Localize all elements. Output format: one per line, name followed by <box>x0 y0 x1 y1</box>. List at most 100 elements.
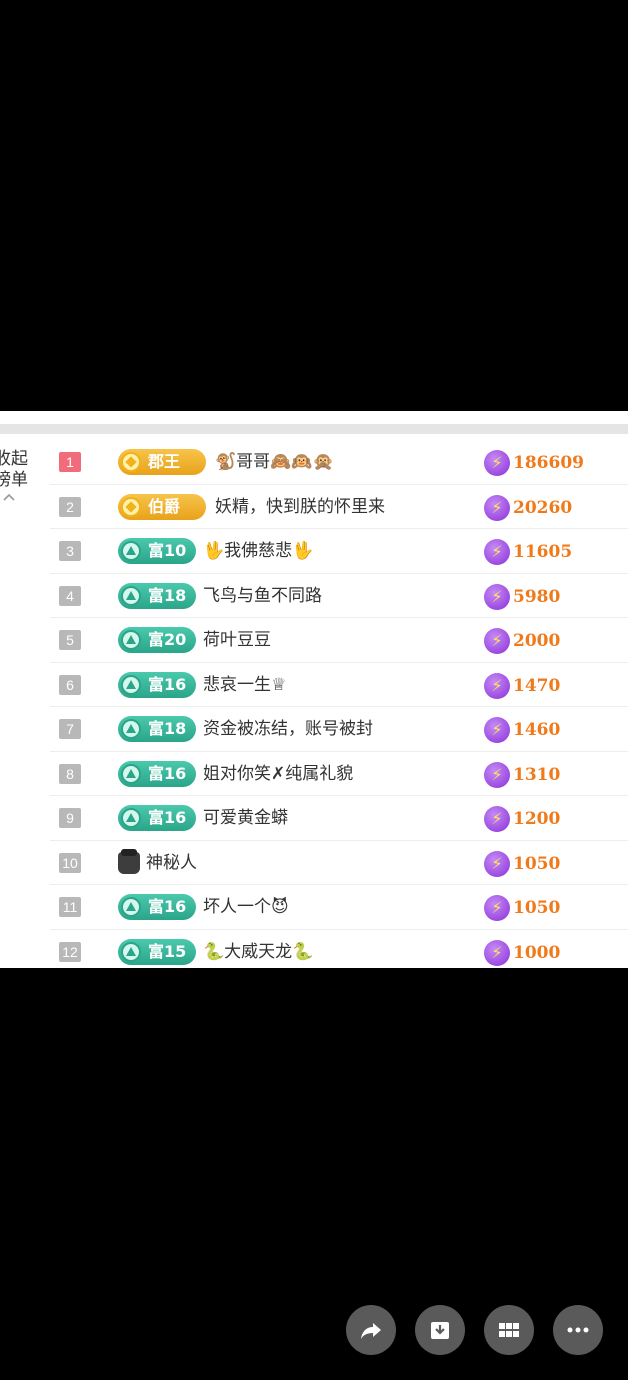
triangle-gem-icon <box>121 719 141 739</box>
level-badge: 富18 <box>118 716 196 742</box>
triangle-gem-icon <box>121 585 141 606</box>
level-badge: 富16 <box>118 894 196 920</box>
user-name: 妖精，快到朕的怀里来 <box>215 496 385 517</box>
rank-number: 4 <box>59 585 81 606</box>
download-button[interactable] <box>415 1305 465 1355</box>
rank-number: 8 <box>59 763 81 784</box>
level-badge-label: 富10 <box>148 541 187 560</box>
collapse-label-line1: 收起 <box>0 449 28 469</box>
score-value: 2000 <box>513 631 561 651</box>
triangle-gem-icon <box>121 763 141 784</box>
user-name: 荷叶豆豆 <box>203 630 271 650</box>
panel-top-divider <box>0 424 628 434</box>
more-icon <box>567 1327 589 1333</box>
score-value: 1460 <box>513 720 561 740</box>
level-badge: 富10 <box>118 538 196 564</box>
rank-number: 6 <box>59 674 81 695</box>
lightning-bolt-icon: ⚡ <box>484 450 510 476</box>
lightning-bolt-icon: ⚡ <box>484 850 510 877</box>
table-row[interactable]: 3 富10 🖖我佛慈悲🖖 ⚡ 11605 <box>50 529 628 574</box>
triangle-gem-icon <box>121 541 141 561</box>
level-badge-label: 富15 <box>148 941 187 961</box>
triangle-gem-icon <box>121 674 141 695</box>
lightning-bolt-icon: ⚡ <box>484 806 510 832</box>
share-button[interactable] <box>346 1305 396 1355</box>
triangle-gem-icon <box>121 630 141 650</box>
rank-number: 12 <box>59 941 81 962</box>
table-row[interactable]: 8 富16 姐对你笑✗纯属礼貌 ⚡ 1310 <box>50 752 628 796</box>
table-row[interactable]: 6 富16 悲哀一生♕ ⚡ 1470 <box>50 663 628 707</box>
user-name: 坏人一个😈 <box>203 897 289 917</box>
level-badge: 郡王 <box>118 449 206 475</box>
level-badge-label: 富16 <box>148 674 187 694</box>
mystery-user-icon <box>118 848 140 874</box>
lightning-bolt-icon: ⚡ <box>484 628 510 654</box>
download-icon <box>431 1322 449 1339</box>
triangle-gem-icon <box>121 941 141 962</box>
leaderboard-list: 1 郡王 🐒哥哥🙈🙉🙊 ⚡ 186609 2 伯爵 妖精，快到朕的怀里来 ⚡ 20260 3 富10 🖖… <box>50 440 628 968</box>
score-value: 1310 <box>513 764 561 785</box>
user-name: 🖖我佛慈悲🖖 <box>203 541 314 561</box>
user-name: 🐍大威天龙🐍 <box>203 941 314 962</box>
level-badge: 富15 <box>118 938 196 965</box>
rank-number: 11 <box>59 897 81 917</box>
score-value: 5980 <box>513 586 561 607</box>
level-badge-label: 富18 <box>148 585 187 605</box>
rank-number: 9 <box>59 808 81 828</box>
user-name: 可爱黄金蟒 <box>203 808 288 828</box>
rank-number: 1 <box>59 452 81 472</box>
level-badge-label: 富20 <box>148 630 187 649</box>
table-row[interactable]: 4 富18 飞鸟与鱼不同路 ⚡ 5980 <box>50 574 628 618</box>
table-row[interactable]: 11 富16 坏人一个😈 ⚡ 1050 <box>50 885 628 930</box>
score-value: 1470 <box>513 675 561 696</box>
floating-actions <box>346 1305 606 1355</box>
level-badge-label: 富16 <box>148 897 187 916</box>
user-name: 神秘人 <box>146 852 197 873</box>
table-row[interactable]: 5 富20 荷叶豆豆 ⚡ 2000 <box>50 618 628 663</box>
lightning-bolt-icon: ⚡ <box>484 939 510 966</box>
user-name: 资金被冻结，账号被封 <box>203 719 373 739</box>
table-row[interactable]: 10 神秘人 ⚡ 1050 <box>50 841 628 885</box>
lightning-bolt-icon: ⚡ <box>484 761 510 788</box>
table-row[interactable]: 1 郡王 🐒哥哥🙈🙉🙊 ⚡ 186609 <box>50 440 628 485</box>
more-button[interactable] <box>553 1305 603 1355</box>
score-value: 11605 <box>513 542 573 562</box>
lightning-bolt-icon: ⚡ <box>484 539 510 565</box>
user-name: 悲哀一生♕ <box>203 674 287 695</box>
score-value: 1200 <box>513 809 561 829</box>
lightning-bolt-icon: ⚡ <box>484 583 510 610</box>
grid-button[interactable] <box>484 1305 534 1355</box>
level-badge: 伯爵 <box>118 493 206 520</box>
collapse-label-line2: 榜单 <box>0 470 28 490</box>
level-badge: 富16 <box>118 671 196 698</box>
score-value: 186609 <box>513 453 584 473</box>
diamond-icon <box>121 496 141 517</box>
table-row[interactable]: 2 伯爵 妖精，快到朕的怀里来 ⚡ 20260 <box>50 485 628 529</box>
user-name: 飞鸟与鱼不同路 <box>203 585 322 606</box>
level-badge-label: 富16 <box>148 763 187 783</box>
user-name: 🐒哥哥🙈🙉🙊 <box>215 452 334 472</box>
level-badge: 富20 <box>118 627 196 653</box>
triangle-gem-icon <box>121 808 141 828</box>
lightning-bolt-icon: ⚡ <box>484 494 510 521</box>
chevron-up-icon <box>3 493 15 501</box>
collapse-leaderboard-toggle[interactable]: 收起 榜单 <box>0 449 44 503</box>
leaderboard-panel: 收起 榜单 1 郡王 🐒哥哥🙈🙉🙊 ⚡ 186609 2 伯爵 妖精，快到朕的怀里来 ⚡ 2026… <box>0 411 628 968</box>
share-icon <box>361 1323 381 1339</box>
table-row[interactable]: 7 富18 资金被冻结，账号被封 ⚡ 1460 <box>50 707 628 752</box>
level-badge-label: 富16 <box>148 808 187 827</box>
level-badge-label: 郡王 <box>148 452 181 471</box>
table-row[interactable]: 9 富16 可爱黄金蟒 ⚡ 1200 <box>50 796 628 841</box>
level-badge: 富16 <box>118 760 196 787</box>
score-value: 1050 <box>513 853 561 874</box>
score-value: 20260 <box>513 497 573 518</box>
rank-number: 2 <box>59 496 81 517</box>
diamond-icon <box>121 452 141 472</box>
lightning-bolt-icon: ⚡ <box>484 672 510 699</box>
level-badge: 富16 <box>118 805 196 831</box>
level-badge-label: 伯爵 <box>148 496 181 516</box>
table-row[interactable]: 12 富15 🐍大威天龙🐍 ⚡ 1000 <box>50 930 628 969</box>
user-name: 姐对你笑✗纯属礼貌 <box>203 763 354 784</box>
score-value: 1000 <box>513 942 561 963</box>
rank-number: 5 <box>59 630 81 650</box>
